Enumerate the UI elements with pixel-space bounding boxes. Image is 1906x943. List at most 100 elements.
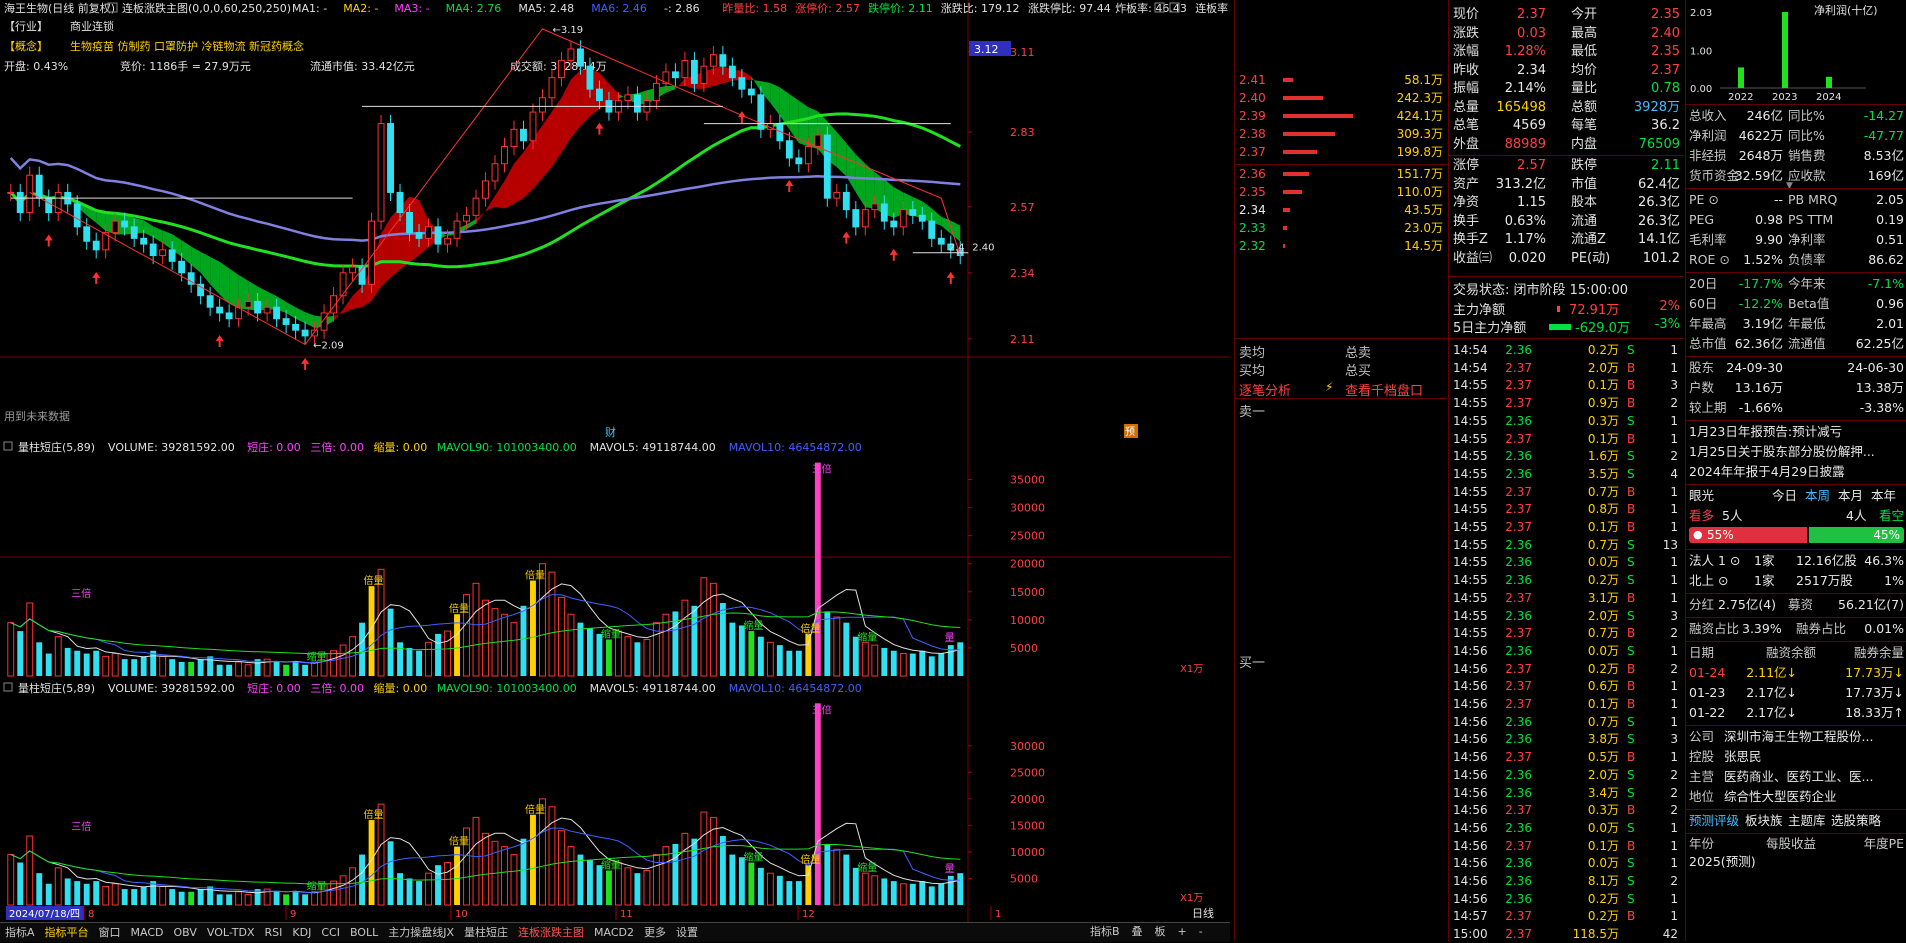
tick-time: 14:56 — [1453, 803, 1488, 818]
indicator-tab-15[interactable]: 设置 — [671, 923, 703, 942]
bull-label[interactable]: 看多 — [1689, 507, 1714, 525]
kline-chart-area[interactable]: 海王生物(日线 前复权) 连板涨跌主图(0,0,0,60,250,250) MA1:… — [0, 0, 1230, 922]
candle-body — [273, 306, 281, 320]
volume-bar — [748, 862, 755, 905]
news-text[interactable]: 1月25日关于股东部分股份解押... — [1689, 443, 1875, 461]
tick-time: 14:55 — [1453, 466, 1488, 481]
volume-bar — [643, 639, 651, 677]
f10-value: 0.96 — [1876, 296, 1904, 311]
indicator-b-controls[interactable]: 指标B 叠板 + - — [1090, 923, 1230, 941]
indicator-b-control-3[interactable]: + — [1178, 925, 1187, 938]
quote-label: 内盘 — [1571, 136, 1598, 152]
tick-analysis-link[interactable]: 逐笔分析 — [1239, 380, 1291, 399]
indicator-tab-11[interactable]: 量柱短庄 — [459, 923, 513, 942]
collapse-icon[interactable] — [3, 682, 13, 692]
indicator-tab-10[interactable]: 主力操盘线JX — [383, 923, 459, 942]
forecast-head: 年份 — [1689, 836, 1715, 851]
candle-body — [121, 220, 129, 228]
f10-tab[interactable]: 选股策略 — [1831, 812, 1881, 830]
eye-tab[interactable]: 本年 — [1871, 487, 1896, 505]
indicator-tab-13[interactable]: MACD2 — [589, 923, 639, 942]
tick-price: 2.36 — [1505, 820, 1532, 835]
volume-bar — [843, 622, 850, 676]
candle-body — [83, 226, 91, 242]
indicator-tab-8[interactable]: CCI — [316, 923, 345, 942]
quote-value: 2.11 — [1651, 158, 1680, 173]
forecast-row: 2025(预测) — [1686, 853, 1906, 871]
news-text[interactable]: 2024年年报于4月29日披露 — [1689, 463, 1845, 481]
tick-time: 14:55 — [1453, 413, 1488, 428]
bear-label[interactable]: 看空 — [1879, 507, 1904, 525]
candle-body — [168, 249, 176, 262]
f10-tab[interactable]: 预测评级 — [1689, 812, 1739, 830]
indicator-b-control-4[interactable]: - — [1199, 925, 1203, 938]
volume-bar — [919, 881, 926, 905]
tick-time: 14:55 — [1453, 520, 1488, 534]
candle-body — [918, 214, 926, 222]
month-label: 11 — [620, 909, 633, 920]
volume-bar — [957, 642, 964, 676]
volume-tag-sanbei: 三倍 — [71, 820, 91, 833]
up-arrow-marker — [737, 111, 746, 124]
news-text[interactable]: 1月23日年报预告:预计减亏 — [1689, 423, 1842, 441]
f10-tab[interactable]: 板块族 — [1745, 812, 1783, 830]
news-item[interactable]: 1月23日年报预告:预计减亏 — [1686, 423, 1906, 441]
quote-value: 4569 — [1512, 118, 1546, 133]
company-value: 综合性大型医药企业 — [1724, 789, 1837, 804]
volume-bar — [64, 878, 71, 905]
volume-bar — [36, 642, 43, 676]
indicator-tab-9[interactable]: BOLL — [345, 923, 383, 942]
volume-bar — [273, 661, 280, 676]
candle-body — [254, 300, 262, 314]
margin-ratio-row: 融资占比 3.39% 融券占比 0.01% — [1686, 620, 1906, 638]
collapse-icon[interactable] — [3, 441, 13, 451]
eye-tab[interactable]: 本周 — [1805, 487, 1830, 505]
indicator-tab-14[interactable]: 更多 — [639, 923, 671, 942]
f10-value: 0.51 — [1876, 232, 1904, 247]
indicator-b-control-2[interactable]: 板 — [1155, 925, 1166, 938]
indicator-tab-0[interactable]: 指标A — [0, 923, 40, 942]
indicator-tab-1[interactable]: 指标平台 — [40, 923, 94, 942]
expand-icon[interactable]: ▼ — [1786, 181, 1793, 191]
main-net-bar — [1557, 306, 1560, 312]
volume-bar — [482, 832, 489, 906]
indicator-tab-3[interactable]: MACD — [126, 923, 169, 942]
volume-bar — [244, 664, 252, 677]
tick-price: 2.37 — [1505, 502, 1532, 517]
volume-bar — [776, 645, 783, 676]
eye-tab[interactable]: 今日 — [1772, 487, 1797, 505]
quote-value: 14.1亿 — [1638, 232, 1680, 247]
candle-body — [301, 329, 309, 337]
ask-row: 2.38 309.3万 — [1235, 126, 1447, 143]
indicator-b-control-1[interactable]: 叠 — [1132, 925, 1143, 938]
volume-unit: X1万 — [1180, 893, 1203, 904]
news-item[interactable]: 1月25日关于股东部分股份解押... — [1686, 443, 1906, 461]
f10-tab[interactable]: 主题库 — [1788, 812, 1826, 830]
kline-chart-svg[interactable]: 海王生物(日线 前复权) 连板涨跌主图(0,0,0,60,250,250) MA1:… — [0, 0, 1230, 922]
f10-row: 非经损 2648万 销售费 8.53亿 — [1686, 147, 1906, 165]
fund-shares: 2517万股 — [1796, 573, 1853, 588]
tick-row: 14:55 2.37 3.1万 B 1 — [1449, 589, 1684, 607]
tick-volume: 0.7万 — [1587, 714, 1619, 729]
indicator-b-control-0[interactable]: 指标B — [1090, 925, 1120, 938]
indicator-tab-7[interactable]: KDJ — [287, 923, 316, 942]
candle-body — [785, 140, 793, 159]
volume-bar — [919, 650, 926, 676]
indicator-tab-2[interactable]: 窗口 — [94, 923, 126, 942]
volume-bar — [776, 875, 783, 905]
eye-tab[interactable]: 本月 — [1838, 487, 1863, 505]
ma-label: 连板率 — [1195, 1, 1228, 15]
indicator-tab-4[interactable]: OBV — [169, 923, 202, 942]
candle-body — [387, 123, 394, 193]
volume-tag-suoliang: 缩量 — [307, 880, 327, 893]
profit-bar — [1826, 76, 1832, 88]
indicator-tab-6[interactable]: RSI — [260, 923, 288, 942]
indicator-tab-12[interactable]: 连板涨跌主图 — [513, 923, 589, 942]
indicator-tab-5[interactable]: VOL-TDX — [202, 923, 260, 942]
volume-bar — [83, 653, 90, 676]
volume-indicator-value: MAVOL10: 46454872.00 — [729, 441, 862, 454]
tick-time: 14:55 — [1453, 608, 1488, 623]
news-item[interactable]: 2024年年报于4月29日披露 — [1686, 463, 1906, 481]
volume-tag-beiliang: 倍量 — [800, 622, 820, 635]
view-depth-link[interactable]: 查看千档盘口 — [1345, 380, 1423, 399]
